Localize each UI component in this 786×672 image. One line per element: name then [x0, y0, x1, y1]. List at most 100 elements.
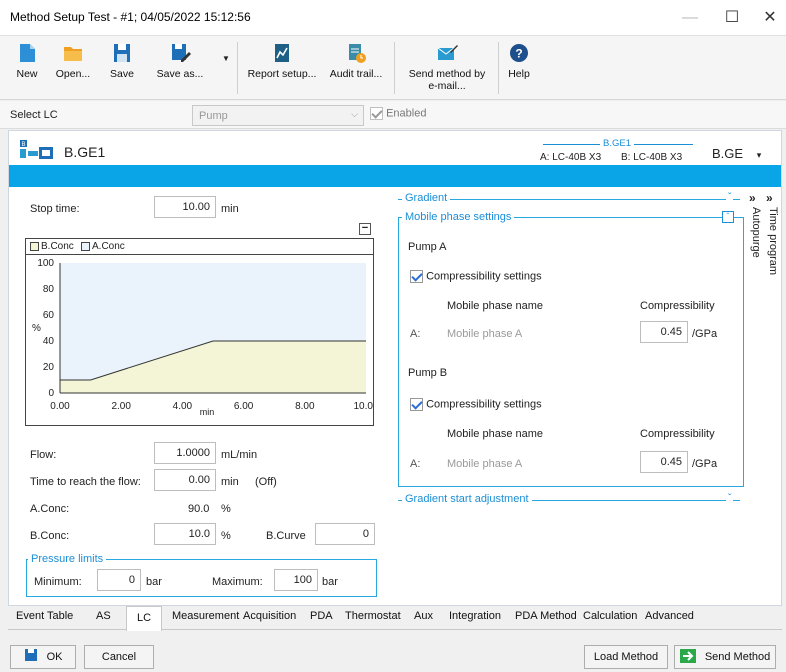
flow-input[interactable]: 1.0000 — [154, 442, 216, 464]
legend-label-b: B.Conc — [41, 241, 74, 252]
tab-advanced[interactable]: Advanced — [645, 610, 694, 622]
gradient-expand-icon[interactable]: ˇ — [726, 192, 734, 203]
report-setup-label: Report setup... — [247, 68, 317, 80]
enabled-checkbox[interactable]: Enabled — [370, 107, 426, 120]
pump-a-title: Pump A — [408, 241, 447, 253]
checkbox-icon — [410, 270, 423, 283]
pump-b-title: Pump B — [408, 367, 448, 379]
collapse-chart-button[interactable]: − — [359, 223, 371, 235]
time-to-reach-flow-note: (Off) — [255, 476, 277, 488]
send-arrow-icon — [679, 649, 696, 663]
report-setup-button[interactable]: Report setup... — [244, 40, 320, 96]
double-chevron-icon[interactable]: » — [766, 191, 773, 205]
stop-time-input[interactable]: 10.00 — [154, 196, 216, 218]
pump-a-compressibility-label: Compressibility settings — [426, 270, 542, 283]
y-tick-label: 40 — [43, 336, 55, 347]
ok-button[interactable]: OK — [10, 645, 76, 669]
toolbar-separator — [394, 42, 395, 94]
pump-b-comp-header: Compressibility — [640, 428, 715, 440]
tab-as[interactable]: AS — [96, 610, 111, 622]
load-method-button[interactable]: Load Method — [584, 645, 668, 669]
legend-swatch-b — [30, 242, 39, 251]
email-send-icon — [437, 45, 458, 60]
audit-trail-label: Audit trail... — [329, 68, 383, 80]
time-to-reach-flow-input[interactable]: 0.00 — [154, 469, 216, 491]
new-button[interactable]: New — [10, 40, 44, 96]
unit-color-bar — [9, 165, 781, 187]
tab-aux[interactable]: Aux — [414, 610, 433, 622]
gradient-title: Gradient — [402, 192, 451, 204]
checkbox-icon — [410, 398, 423, 411]
y-tick-label: 20 — [43, 362, 55, 373]
pump-a-compressibility-input[interactable]: 0.45 — [640, 321, 688, 343]
pressure-limits-title: Pressure limits — [28, 553, 107, 565]
double-chevron-icon[interactable]: » — [749, 191, 756, 205]
bconc-label: B.Conc: — [30, 530, 70, 542]
select-lc-row: Select LC Pump ⌵ Enabled — [0, 101, 786, 129]
tab-lc[interactable]: LC — [126, 606, 163, 631]
open-button[interactable]: Open... — [50, 40, 96, 96]
close-button[interactable]: ✕ — [752, 6, 786, 30]
bcurve-input[interactable]: 0 — [315, 523, 375, 545]
cancel-button[interactable]: Cancel — [84, 645, 154, 669]
folder-icon — [64, 47, 82, 61]
x-tick-label: 10.00 — [353, 401, 373, 412]
tab-measurement[interactable]: Measurement — [172, 610, 239, 622]
maximize-button[interactable]: ☐ — [714, 6, 750, 30]
pressure-max-unit: bar — [322, 576, 338, 588]
toolbar-separator — [498, 42, 499, 94]
pump-b-compressibility-input[interactable]: 0.45 — [640, 451, 688, 473]
save-button[interactable]: Save — [104, 40, 140, 96]
autopurge-side-tab[interactable]: Autopurge — [750, 207, 762, 258]
pump-b-mp-name-header: Mobile phase name — [447, 428, 544, 440]
lc-select[interactable]: Pump ⌵ — [192, 105, 364, 126]
legend-swatch-a — [81, 242, 90, 251]
save-as-dropdown-icon[interactable]: ▼ — [222, 54, 230, 63]
save-as-button[interactable]: Save as... — [150, 40, 210, 96]
pump-b-row-label: A: — [410, 458, 421, 470]
pressure-min-input[interactable]: 0 — [97, 569, 141, 591]
report-icon — [275, 44, 289, 62]
pump-b-compressibility-checkbox[interactable]: Compressibility settings — [410, 398, 542, 411]
tab-acquisition[interactable]: Acquisition — [243, 610, 296, 622]
unit-selector[interactable]: B.GE ▾ — [712, 146, 761, 161]
time-to-reach-flow-unit: min — [221, 476, 239, 488]
y-tick-label: 0 — [48, 388, 54, 399]
flow-unit: mL/min — [221, 449, 258, 461]
tab-event-table[interactable]: Event Table — [16, 610, 73, 622]
x-tick-label: 6.00 — [234, 401, 254, 412]
minimize-button[interactable]: — — [672, 6, 708, 30]
gsa-expand-icon[interactable]: ˇ — [726, 493, 734, 504]
stop-time-unit: min — [221, 203, 239, 215]
pressure-max-label: Maximum: — [212, 576, 263, 588]
save-as-label: Save as... — [156, 68, 204, 80]
mobile-phase-collapse-icon[interactable]: ˆ — [722, 211, 734, 223]
tab-calculation[interactable]: Calculation — [583, 610, 637, 622]
enabled-label: Enabled — [386, 107, 427, 120]
chevron-down-icon: ▾ — [756, 150, 762, 160]
help-icon: ? — [510, 44, 528, 62]
stop-time-label: Stop time: — [30, 203, 80, 215]
x-tick-label: 2.00 — [111, 401, 131, 412]
open-label: Open... — [55, 68, 91, 80]
time-program-side-tab[interactable]: Time program — [767, 207, 779, 275]
audit-trail-button[interactable]: Audit trail... — [326, 40, 386, 96]
method-tabs: Event Table AS LC Measurement Acquisitio… — [8, 606, 782, 631]
legend-label-a: A.Conc — [92, 241, 125, 252]
bconc-input[interactable]: 10.0 — [154, 523, 216, 545]
pump-b-model: B: LC-40B X3 — [621, 152, 683, 163]
save-as-icon — [172, 44, 191, 62]
help-button[interactable]: ? Help — [504, 40, 534, 96]
send-method-button[interactable]: Send Method — [674, 645, 776, 669]
send-method-email-button[interactable]: Send method by e-mail... — [402, 40, 492, 96]
pump-a-gpa-unit: /GPa — [692, 328, 718, 340]
tab-integration[interactable]: Integration — [449, 610, 501, 622]
tab-thermostat[interactable]: Thermostat — [345, 610, 401, 622]
x-tick-label: 4.00 — [173, 401, 193, 412]
tab-pda-method[interactable]: PDA Method — [515, 610, 577, 622]
select-lc-label: Select LC — [10, 109, 58, 121]
pressure-max-input[interactable]: 100 — [274, 569, 318, 591]
pump-a-compressibility-checkbox[interactable]: Compressibility settings — [410, 270, 542, 283]
tab-pda[interactable]: PDA — [310, 610, 333, 622]
pump-b-mp-name: Mobile phase A — [447, 458, 523, 470]
